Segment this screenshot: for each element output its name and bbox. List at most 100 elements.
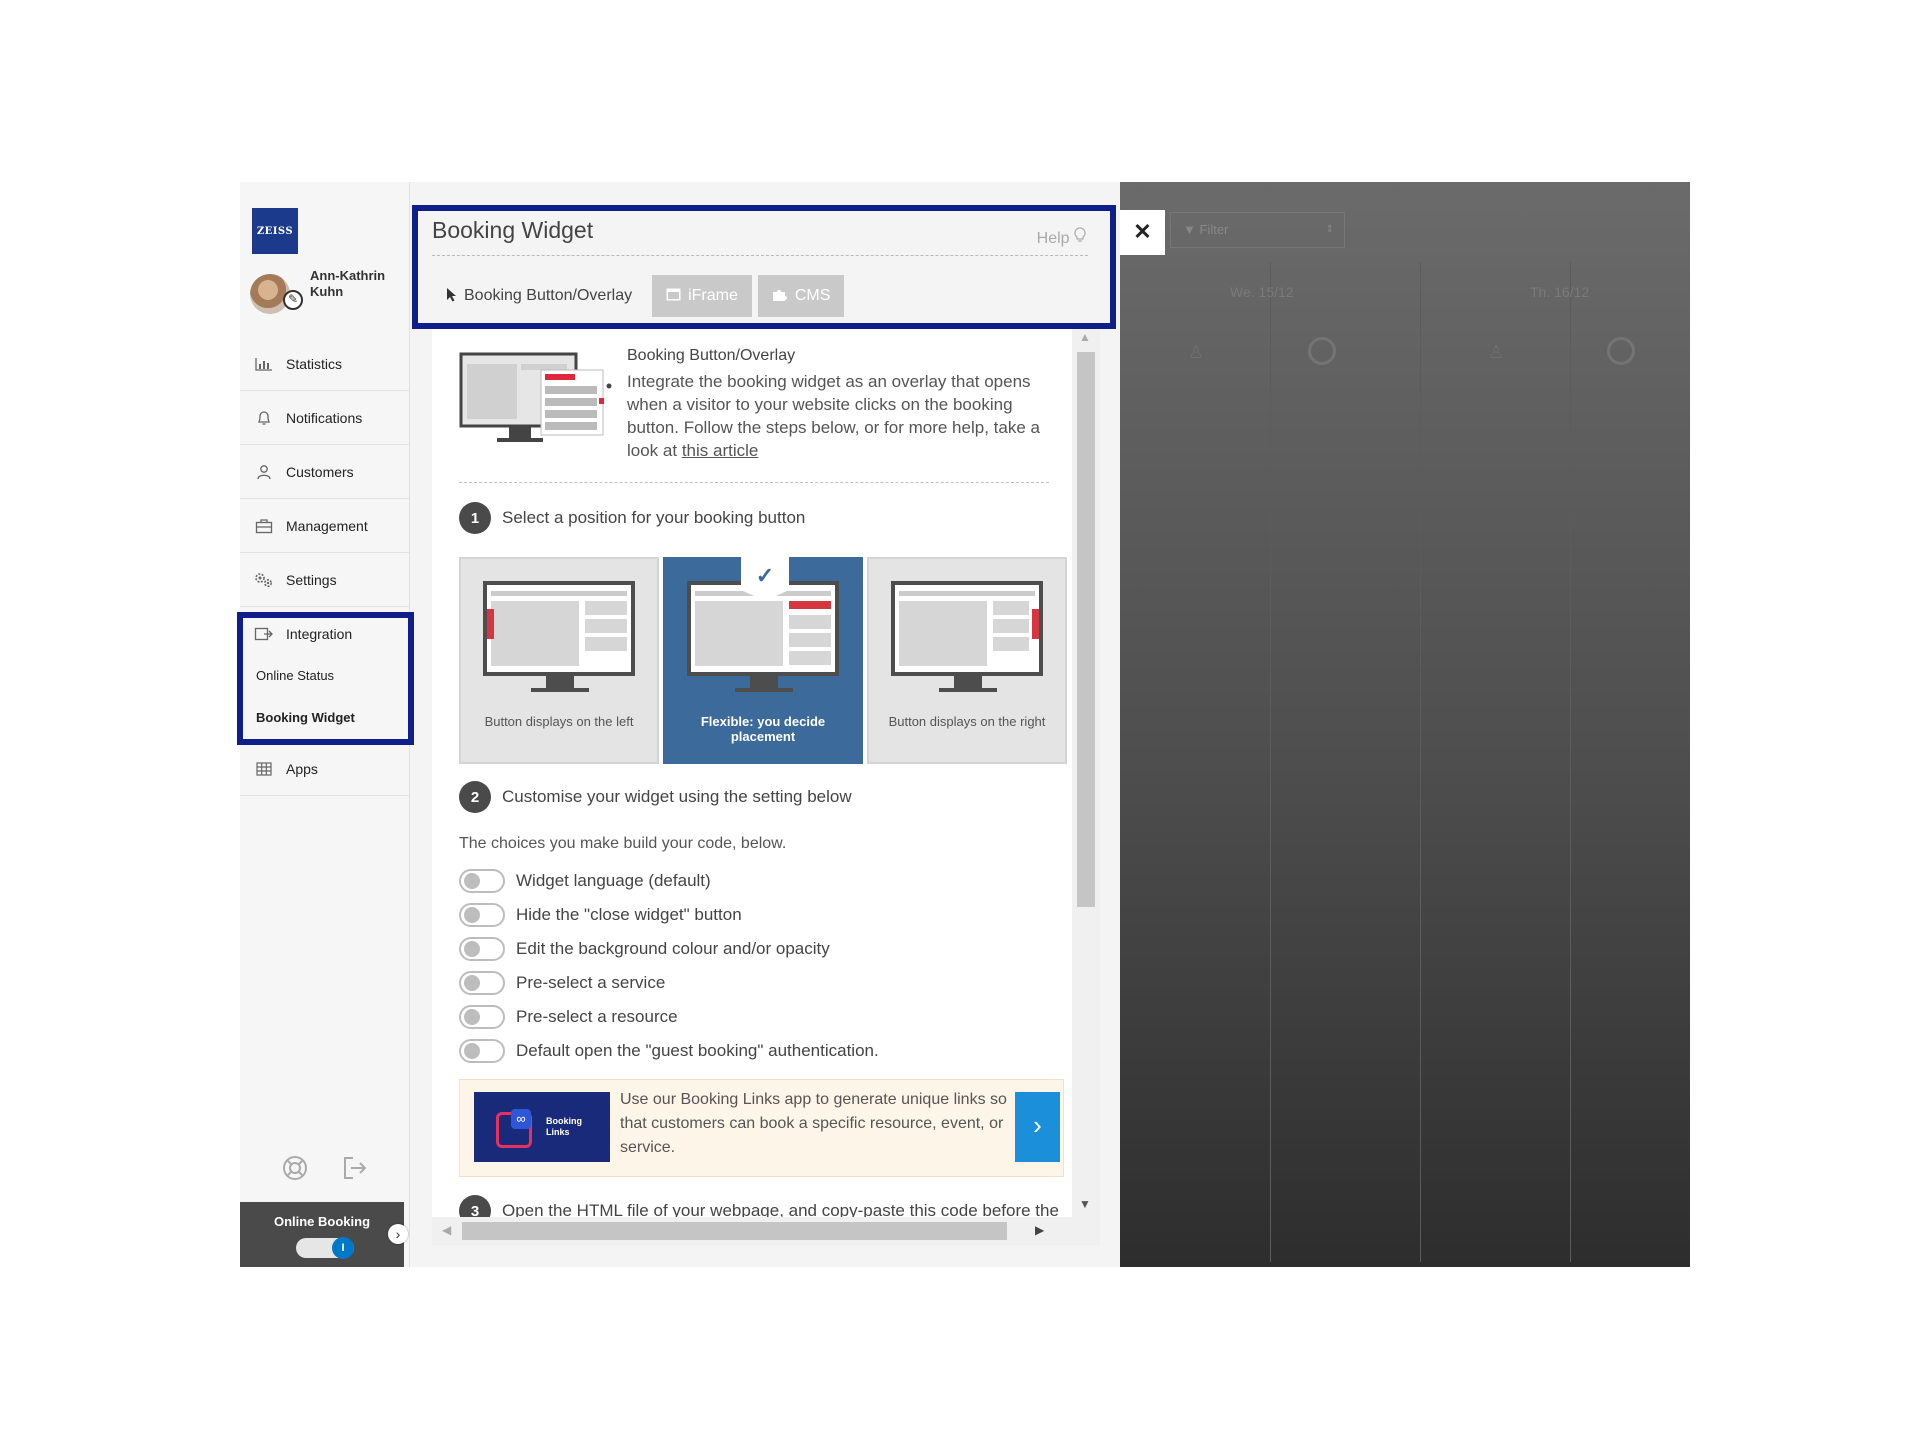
toggle-label: Hide the "close widget" button [516,905,742,924]
booking-links-promo: ∞ Booking Links Use our Booking Links ap… [459,1079,1064,1177]
toggle-switch[interactable] [459,1039,505,1063]
help-article-link[interactable]: this article [682,441,759,460]
online-booking-label: Online Booking [273,1214,371,1229]
tab-label: Booking Button/Overlay [464,287,633,304]
user-profile[interactable]: ✎ Ann-Kathrin Kuhn [250,266,400,326]
calendar-day-header: We. 15/12 [1230,284,1294,300]
promo-text: Use our Booking Links app to generate un… [620,1091,1007,1156]
toggle-switch[interactable] [459,1005,505,1029]
booking-links-logo-icon: ∞ [496,1109,532,1148]
link-icon: ∞ [511,1109,531,1129]
sidebar-item-settings[interactable]: Settings [240,553,410,607]
collapse-sidebar-chevron-icon[interactable]: › [388,1224,408,1244]
option-preselect-resource: Pre-select a resource [459,1005,678,1029]
scroll-right-arrow-icon[interactable]: ▶ [1035,1223,1044,1237]
toggle-switch[interactable] [459,937,505,961]
tab-iframe[interactable]: iFrame [652,275,752,317]
chevron-right-icon: › [1033,1110,1042,1140]
bell-icon [254,409,274,427]
calendar-avatar [1607,337,1635,365]
sidebar-item-management[interactable]: Management [240,499,410,553]
tab-content: Booking Button/Overlay Integrate the boo… [432,327,1072,1217]
step-title: Select a position for your booking butto… [502,508,806,527]
help-link[interactable]: Help [1037,227,1086,248]
sidebar-item-notifications[interactable]: Notifications [240,391,410,445]
lightbulb-icon [1074,227,1086,247]
position-option-right[interactable]: Button displays on the right [867,557,1067,764]
filter-icon: ▼ [1183,222,1200,237]
sidebar-item-statistics[interactable]: Statistics [240,337,410,391]
step-number: 2 [459,781,491,813]
tab-label: CMS [794,287,831,304]
calendar-day-header: Th. 16/12 [1530,284,1590,300]
scroll-up-arrow-icon[interactable]: ▲ [1079,330,1091,344]
help-label: Help [1036,230,1070,247]
person-pin-icon: ♙ [1488,342,1505,362]
promo-image-line-1: Booking [546,1116,582,1126]
edit-profile-icon[interactable]: ✎ [283,290,303,310]
app-frame: ZEISS ✎ Ann-Kathrin Kuhn Statistics Noti… [240,182,1690,1267]
sidebar-item-integration[interactable]: Integration [240,607,410,661]
option-hide-close-button: Hide the "close widget" button [459,903,742,927]
sidebar-item-label: Statistics [286,355,343,372]
toggle-switch[interactable] [459,971,505,995]
close-icon: ✕ [1133,219,1152,244]
calendar-background-overlay: ▼ Filter ⇕ We. 15/12 Th. 16/12 ♙ ♙ [1120,182,1690,1267]
scroll-down-arrow-icon[interactable]: ▼ [1079,1197,1091,1211]
filter-dropdown[interactable]: ▼ Filter ⇕ [1170,212,1345,248]
calendar-column-divider [1420,262,1421,1262]
option-background-colour: Edit the background colour and/or opacit… [459,937,830,961]
tab-booking-button-overlay[interactable]: Booking Button/Overlay [432,275,647,317]
monitor-illustration [483,581,635,676]
scroll-left-arrow-icon[interactable]: ◀ [442,1223,451,1237]
booking-widget-panel: Booking Widget Help Booking Button/Overl… [415,182,1120,1267]
toggle-switch[interactable] [459,869,505,893]
step-title: Open the HTML file of your webpage, and … [502,1201,1059,1217]
sidebar-item-customers[interactable]: Customers [240,445,410,499]
sidebar-item-label: Settings [286,571,337,588]
sidebar-item-label: Customers [286,463,354,480]
page-title: Booking Widget [432,217,594,243]
tab-cms[interactable]: CMS [757,275,845,317]
logout-icon[interactable] [341,1154,369,1182]
promo-open-button[interactable]: › [1015,1092,1060,1162]
step-number: 3 [459,1195,491,1217]
calendar-avatar [1308,337,1336,365]
step-1-header: 1 Select a position for your booking but… [459,502,805,534]
option-label: Button displays on the left [484,714,634,729]
scrollbar-thumb[interactable] [1077,352,1095,907]
option-label: Flexible: you decide placement [700,714,826,744]
scrollbar-thumb[interactable] [462,1222,1007,1240]
horizontal-scrollbar[interactable]: ◀ ▶ [432,1217,1100,1245]
sidebar-subitem-online-status[interactable]: Online Status [256,668,334,683]
briefcase-icon [254,517,274,535]
monitor-base [531,688,589,692]
toggle-switch[interactable] [459,903,505,927]
vertical-scrollbar[interactable]: ▲ ▼ [1072,327,1100,1217]
toggle-label: Edit the background colour and/or opacit… [516,939,830,958]
lifebuoy-icon[interactable] [281,1154,309,1182]
sidebar-item-apps[interactable]: Apps [240,742,410,796]
close-button[interactable]: ✕ [1120,210,1165,255]
online-booking-toggle[interactable]: I [296,1237,354,1259]
sidebar-subitem-booking-widget[interactable]: Booking Widget [256,710,355,725]
monitor-base [735,688,793,692]
zeiss-logo[interactable]: ZEISS [252,208,298,254]
step-3-header: 3 Open the HTML file of your webpage, an… [459,1195,1059,1217]
sidebar-item-label: Integration [286,626,353,642]
online-booking-panel: Online Booking I [240,1202,404,1267]
gears-icon [254,571,274,589]
cursor-icon [446,287,457,306]
position-option-flexible[interactable]: ✓ Flexible: you decide placement [663,557,863,764]
intro-description: Integrate the booking widget as an overl… [627,370,1047,462]
booking-links-app-image: ∞ Booking Links [474,1092,610,1162]
panel-header: Booking Widget Help Booking Button/Overl… [415,207,1120,327]
header-divider [432,255,1088,256]
section-divider [459,482,1049,483]
promo-image-text: Booking Links [546,1116,582,1138]
window-icon [666,288,681,305]
position-option-left[interactable]: Button displays on the left [459,557,659,764]
calendar-column-divider [1270,262,1271,1262]
step-2-header: 2 Customise your widget using the settin… [459,781,852,813]
overlay-illustration [459,352,614,452]
